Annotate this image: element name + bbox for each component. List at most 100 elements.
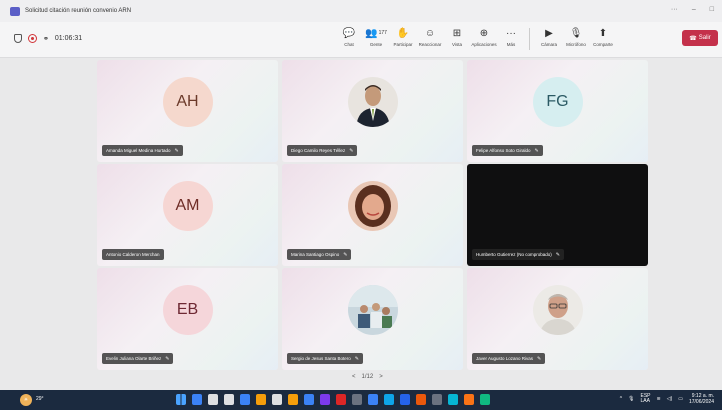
participant-tile[interactable]: FG Felipe Alfonso Soto Giraldo ✎ <box>467 60 648 162</box>
participant-nameplate: Javer Augusto Lozano Rivas ✎ <box>472 353 546 364</box>
avatar: AH <box>162 77 213 127</box>
chat-button[interactable]: 💬 Chat <box>336 26 362 48</box>
ms-button[interactable]: ··· Más <box>498 26 524 48</box>
battery-icon[interactable]: ▭ <box>678 396 683 402</box>
taskbar-app-icon[interactable] <box>304 394 314 405</box>
taskbar-app-icon[interactable] <box>464 394 474 405</box>
window-title: Solicitud citación reunión convenio ARN <box>25 8 132 14</box>
comparte-button[interactable]: ⬆ Comparte <box>590 26 616 48</box>
taskbar-app-icon[interactable] <box>192 394 202 405</box>
window-more-button[interactable]: ··· <box>671 6 678 13</box>
button-label: Vista <box>452 42 462 47</box>
mic-off-icon: ✎ <box>555 251 560 258</box>
taskbar-apps <box>176 394 490 405</box>
participant-tile[interactable]: EB Evelin Juliana Olarte Briñez ✎ <box>97 268 278 370</box>
participant-tile[interactable]: Sergio de Jesus Santa Botero ✎ <box>282 268 463 370</box>
participant-name: Amanda Miguel Medina Hurtado <box>106 148 171 153</box>
weather-icon[interactable]: ☀ <box>20 394 32 406</box>
taskbar-app-icon[interactable] <box>288 394 298 405</box>
taskbar-app-icon[interactable] <box>368 394 378 405</box>
mic-off-icon: ✎ <box>349 147 354 154</box>
participant-tile[interactable]: Diego Camilo Reyes Téllez ✎ <box>282 60 463 162</box>
participar-button[interactable]: ✋ Participar <box>390 26 416 48</box>
participant-tile[interactable]: Marina Santiago Ospino ✎ <box>282 164 463 266</box>
prev-page-button[interactable]: < <box>352 374 356 380</box>
clock-date: 17/06/2024 <box>688 399 714 405</box>
participant-name: Humberto Gutierrez (No comprobado) <box>476 252 552 257</box>
chevron-up-icon[interactable]: ^ <box>620 396 622 402</box>
taskbar-app-icon[interactable] <box>256 394 266 405</box>
aplicaciones-button[interactable]: ⊕ Aplicaciones <box>471 26 497 48</box>
participant-tile[interactable]: Javer Augusto Lozano Rivas ✎ <box>467 268 648 370</box>
raise-hand-icon: ✋ <box>396 27 410 39</box>
participant-nameplate: Sergio de Jesus Santa Botero ✎ <box>287 353 363 364</box>
taskbar-app-icon[interactable] <box>432 394 442 405</box>
view-icon: ⊞ <box>452 27 462 39</box>
window-minimize-button[interactable]: – <box>692 6 696 13</box>
mic-off-icon: ✎ <box>174 147 179 154</box>
participant-name: Evelin Juliana Olarte Briñez <box>106 356 162 361</box>
taskbar-app-icon[interactable] <box>384 394 394 405</box>
recording-icon <box>28 34 37 43</box>
participant-tile[interactable]: Humberto Gutierrez (No comprobado) ✎ <box>467 164 648 266</box>
people-icon: 👥 177 <box>365 27 387 39</box>
button-label: Cámara <box>540 42 557 47</box>
cmara-button[interactable]: ▶ Cámara <box>536 26 562 48</box>
more-icon: ··· <box>506 27 516 39</box>
taskbar-app-icon[interactable] <box>448 394 458 405</box>
taskbar-app-icon[interactable] <box>240 394 250 405</box>
volume-icon[interactable]: ◁) <box>667 396 673 402</box>
avatar: EB <box>162 285 213 335</box>
taskbar-app-icon[interactable] <box>208 394 218 405</box>
taskbar-app-icon[interactable] <box>416 394 426 405</box>
apps-icon: ⊕ <box>479 27 489 39</box>
leave-button[interactable]: ☎ Salir <box>682 30 718 46</box>
next-page-button[interactable]: > <box>379 374 383 380</box>
react-icon: ☺ <box>424 27 436 39</box>
participant-name: Marina Santiago Ospino <box>291 252 340 257</box>
share-icon: ⬆ <box>598 27 608 39</box>
gente-button[interactable]: 👥 177 Gente <box>363 26 389 48</box>
mic-tray-icon[interactable]: 🎙 <box>628 396 634 402</box>
taskbar-app-icon[interactable] <box>320 394 330 405</box>
taskbar-app-icon[interactable] <box>272 394 282 405</box>
micrfono-button[interactable]: 🎙 Micrófono <box>563 26 589 48</box>
participant-name: Javer Augusto Lozano Rivas <box>476 356 534 361</box>
button-label: Chat <box>344 42 354 47</box>
participant-tile[interactable]: AM Antonio Calderon Merchan <box>97 164 278 266</box>
participant-nameplate: Amanda Miguel Medina Hurtado ✎ <box>102 145 183 156</box>
participant-nameplate: Diego Camilo Reyes Téllez ✎ <box>287 145 358 156</box>
people-count: 177 <box>378 30 387 36</box>
avatar-photo <box>532 285 583 335</box>
shield-icon <box>14 34 22 43</box>
taskbar: ☀ 29° ^ 🎙 ESP LAA ≋ ◁) ▭ 9:12 a. m. 17/0… <box>0 390 722 410</box>
camera-icon: ▶ <box>545 27 553 39</box>
taskbar-app-icon[interactable] <box>480 394 490 405</box>
taskbar-app-icon[interactable] <box>224 394 234 405</box>
teams-logo-icon <box>10 6 20 16</box>
participant-tile[interactable]: AH Amanda Miguel Medina Hurtado ✎ <box>97 60 278 162</box>
button-label: Micrófono <box>566 42 586 47</box>
taskbar-app-icon[interactable] <box>352 394 362 405</box>
toolbar-divider <box>529 28 530 50</box>
language-indicator[interactable]: ESP LAA <box>641 394 651 404</box>
windows-start-icon[interactable] <box>176 394 186 405</box>
button-label: Reaccionar <box>418 42 442 47</box>
avatar-photo <box>347 181 398 231</box>
reaccionar-button[interactable]: ☺ Reaccionar <box>417 26 443 48</box>
window-controls: ··· – □ <box>671 6 714 13</box>
microphone-icon: 🎙 <box>569 27 583 39</box>
clock[interactable]: 9:12 a. m. 17/06/2024 <box>689 393 714 405</box>
participant-nameplate: Antonio Calderon Merchan <box>102 249 164 260</box>
link-icon: ⚭ <box>43 35 49 43</box>
title-bar: Solicitud citación reunión convenio ARN … <box>0 0 722 22</box>
vista-button[interactable]: ⊞ Vista <box>444 26 470 48</box>
page-indicator: 1/12 <box>361 374 374 380</box>
taskbar-app-icon[interactable] <box>336 394 346 405</box>
teams-meeting-window: Solicitud citación reunión convenio ARN … <box>0 0 722 410</box>
window-maximize-button[interactable]: □ <box>710 6 714 13</box>
button-label: Gente <box>369 42 383 47</box>
taskbar-app-icon[interactable] <box>400 394 410 405</box>
wifi-icon[interactable]: ≋ <box>657 396 661 402</box>
participant-nameplate: Marina Santiago Ospino ✎ <box>287 249 352 260</box>
